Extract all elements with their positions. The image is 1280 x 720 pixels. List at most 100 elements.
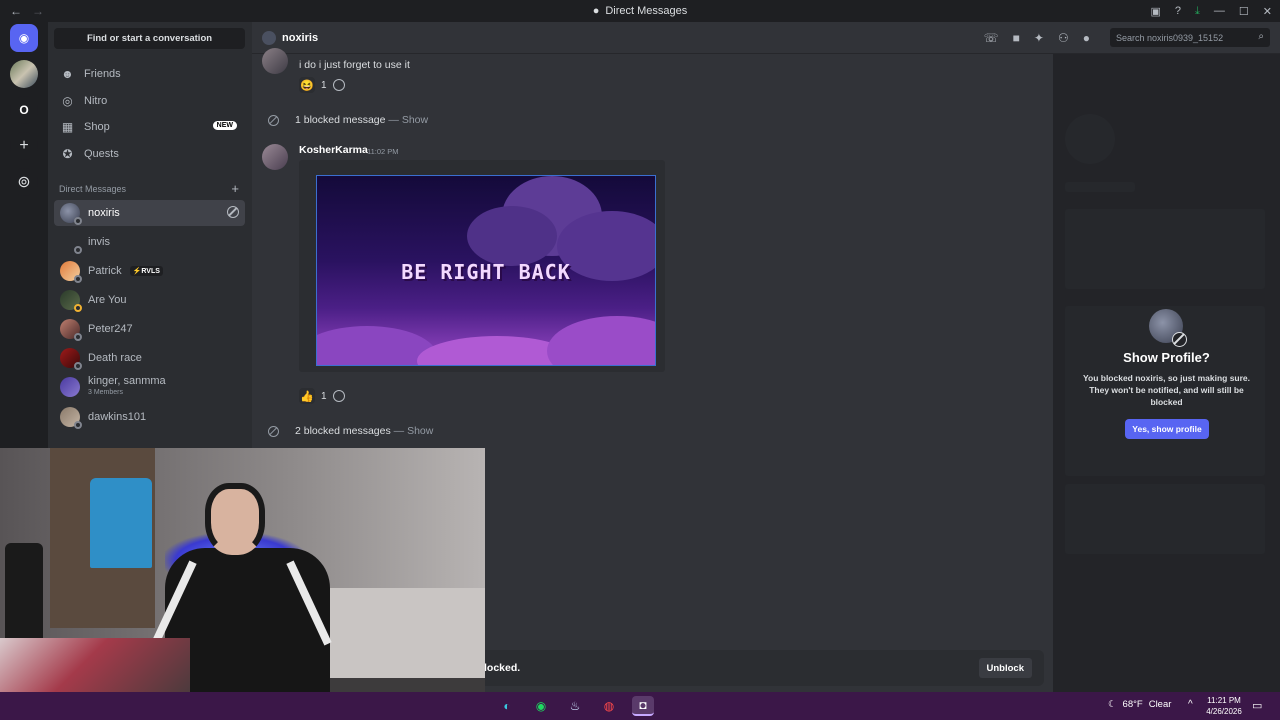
- forward-arrow-icon[interactable]: →: [32, 4, 44, 18]
- add-reaction-icon[interactable]: [332, 390, 345, 402]
- blocked-label: 2 blocked messages: [295, 425, 391, 437]
- close-button[interactable]: ✕: [1263, 5, 1272, 18]
- dm-item-dawkins101[interactable]: dawkins101: [54, 404, 245, 430]
- edge-icon[interactable]: ◐: [496, 696, 518, 716]
- minimize-button[interactable]: —: [1214, 5, 1225, 17]
- home-button[interactable]: ◉: [10, 24, 38, 52]
- add-server-icon[interactable]: +: [10, 132, 38, 160]
- steam-icon[interactable]: ♨: [564, 696, 586, 716]
- timestamp: 11:02 PM: [367, 147, 399, 156]
- maximize-button[interactable]: ☐: [1239, 5, 1249, 18]
- search-placeholder: Search noxiris0939_15152: [1116, 32, 1224, 43]
- discover-compass-icon[interactable]: ⊚: [10, 168, 38, 196]
- avatar: [60, 407, 82, 429]
- guild-tag: RVLS: [141, 268, 160, 275]
- status-dot: [74, 362, 82, 370]
- notification-icon[interactable]: ▭: [1252, 699, 1262, 712]
- reaction-row: 👍 1: [299, 387, 345, 405]
- tray-chevron-icon[interactable]: ^: [1188, 699, 1193, 710]
- blocked-label: 1 blocked message: [295, 114, 386, 126]
- friends-icon: ☻: [61, 67, 74, 81]
- blocked-icon: [268, 114, 279, 126]
- avatar: [60, 319, 82, 341]
- taskbar-apps: ◐ ◉ ♨ ◍ ◘: [496, 696, 654, 716]
- weather-widget[interactable]: ☾ 68°F Clear: [1108, 699, 1171, 710]
- download-icon[interactable]: ⤓: [1195, 5, 1200, 18]
- server-icon-2[interactable]: O: [10, 96, 38, 124]
- blocked-icon: [1172, 332, 1187, 347]
- help-icon[interactable]: ?: [1175, 5, 1181, 17]
- inbox-icon[interactable]: ▣: [1151, 5, 1161, 18]
- new-badge: NEW: [212, 121, 237, 130]
- add-friends-icon[interactable]: ⚇: [1058, 31, 1069, 45]
- dm-name: Death race: [88, 352, 142, 364]
- spotify-icon[interactable]: ◉: [530, 696, 552, 716]
- blocked-icon[interactable]: [227, 206, 239, 218]
- dm-sidebar: Find or start a conversation ☻ Friends ◎…: [48, 22, 252, 448]
- dm-item-death-race[interactable]: Death race: [54, 345, 245, 371]
- nav-nitro[interactable]: ◎ Nitro: [54, 89, 245, 113]
- show-profile-description: You blocked noxiris, so just making sure…: [1082, 373, 1251, 407]
- blocked-icon: [268, 425, 279, 437]
- avatar: [262, 48, 288, 74]
- dm-item-patrick[interactable]: Patrick ⚡RVLS: [54, 258, 245, 284]
- recording-app-icon[interactable]: ◍: [598, 696, 620, 716]
- search-icon: ⌕: [1258, 31, 1264, 42]
- avatar: [60, 261, 82, 283]
- server-initial: O: [19, 103, 29, 117]
- dm-item-peter247[interactable]: Peter247: [54, 316, 245, 342]
- dm-item-invis[interactable]: invis: [54, 229, 245, 255]
- add-reaction-icon[interactable]: [332, 79, 345, 91]
- video-call-icon[interactable]: ■: [1013, 31, 1020, 45]
- server-icon-1[interactable]: [10, 60, 38, 88]
- dm-item-noxiris[interactable]: noxiris: [54, 200, 245, 226]
- shop-icon: ▦: [61, 120, 74, 134]
- reaction-row: 😆 1: [299, 76, 345, 94]
- show-profile-button[interactable]: Yes, show profile: [1125, 419, 1209, 439]
- avatar: [262, 144, 288, 170]
- voice-call-icon[interactable]: ☏: [984, 31, 999, 45]
- nav-label: Shop: [84, 121, 110, 133]
- moon-weather-icon: ☾: [1108, 699, 1117, 710]
- username[interactable]: KosherKarma: [299, 144, 368, 156]
- dm-header-label: Direct Messages: [59, 184, 127, 194]
- ghost-line: [1065, 182, 1135, 192]
- create-dm-plus-icon[interactable]: +: [231, 182, 239, 195]
- discord-logo-icon: ●: [592, 5, 600, 17]
- channel-name: noxiris: [282, 31, 319, 44]
- embed-caption: BE RIGHT BACK: [401, 260, 571, 284]
- dm-name: invis: [88, 236, 111, 248]
- nav-label: Quests: [84, 148, 119, 160]
- hanging-shirt: [90, 478, 152, 568]
- show-link[interactable]: Show: [402, 114, 428, 126]
- dm-item-are-you[interactable]: Are You: [54, 287, 245, 313]
- blocked-messages-2: 2 blocked messages — Show: [268, 425, 433, 437]
- system-clock[interactable]: 11:21 PM 4/26/2026: [1200, 695, 1248, 717]
- embed-image[interactable]: BE RIGHT BACK: [316, 175, 656, 366]
- webcam-overlay: [0, 448, 485, 720]
- ghost-avatar: [1065, 114, 1115, 164]
- separator: —: [393, 425, 405, 437]
- dm-section-header: Direct Messages +: [59, 182, 239, 195]
- dm-member-count: 3 Members: [88, 389, 124, 396]
- nav-friends[interactable]: ☻ Friends: [54, 62, 245, 86]
- find-conversation-button[interactable]: Find or start a conversation: [54, 28, 245, 49]
- reaction-grin-emoji[interactable]: 😆: [299, 77, 315, 93]
- nav-quests[interactable]: ✪ Quests: [54, 142, 245, 166]
- avatar: [60, 290, 82, 312]
- search-input[interactable]: Search noxiris0939_15152 ⌕: [1110, 28, 1270, 47]
- dm-name: dawkins101: [88, 411, 147, 423]
- discord-taskbar-icon[interactable]: ◘: [632, 696, 654, 716]
- nav-label: Nitro: [84, 95, 108, 107]
- nav-shop[interactable]: ▦ Shop NEW: [54, 115, 245, 139]
- header-toolbar: ☏ ■ ✦ ⚇ ●: [984, 31, 1090, 45]
- speaker: [5, 543, 43, 653]
- pin-icon[interactable]: ✦: [1034, 31, 1044, 45]
- show-link[interactable]: Show: [407, 425, 433, 437]
- reaction-thumbs-up-emoji[interactable]: 👍: [299, 388, 315, 404]
- ghost-block: [1065, 484, 1265, 554]
- dm-item-group[interactable]: kinger, sanmma 3 Members: [54, 374, 245, 400]
- unblock-button[interactable]: Unblock: [978, 658, 1032, 678]
- back-arrow-icon[interactable]: ←: [10, 4, 22, 18]
- user-profile-icon[interactable]: ●: [1083, 31, 1090, 45]
